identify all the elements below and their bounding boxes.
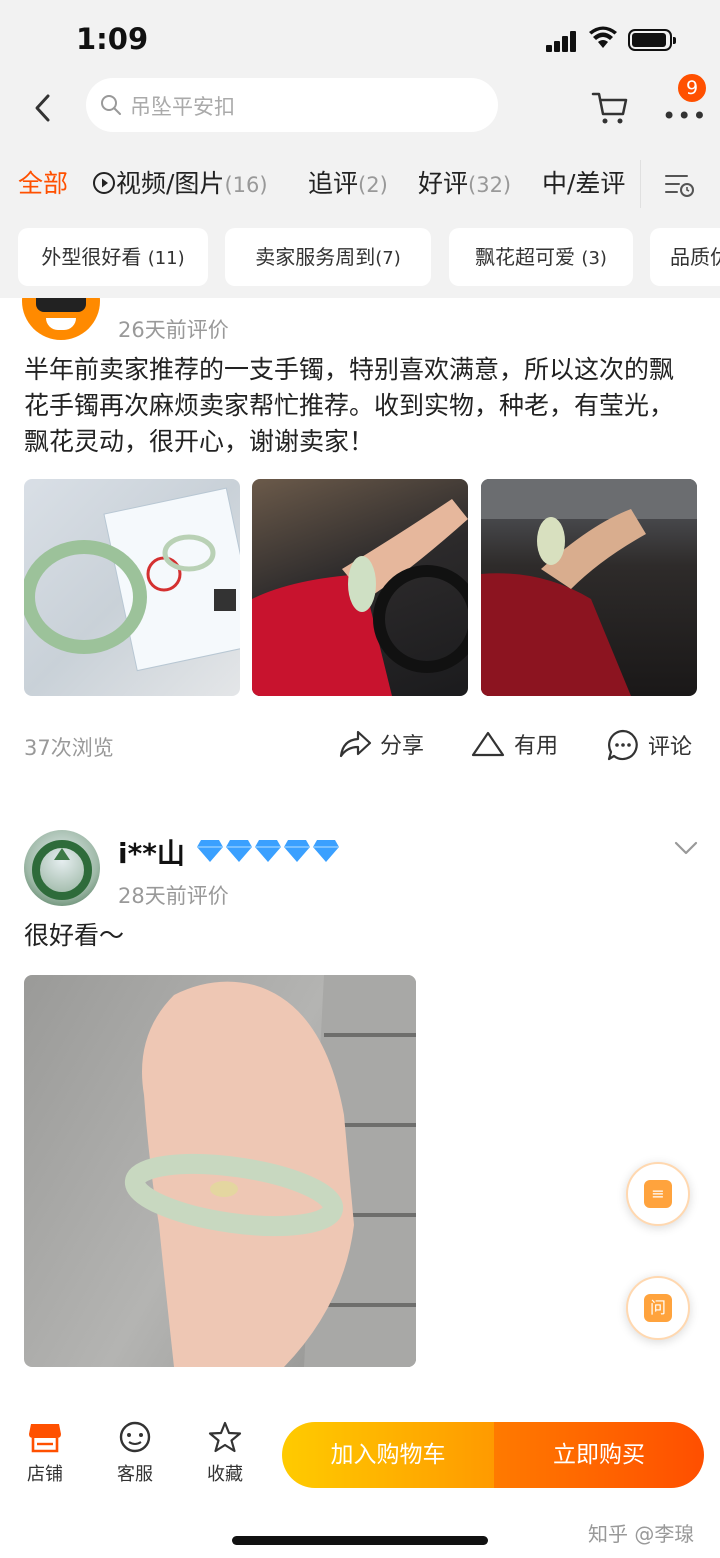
reviewer-avatar[interactable] [22, 298, 100, 340]
wrist-dashboard-image [481, 479, 697, 696]
list-icon: ≡ [644, 1180, 672, 1208]
cart-icon [591, 92, 628, 124]
tag-chips: 外型很好看 (11) 卖家服务周到(7) 飘花超可爱 (3) 品质优 [0, 228, 720, 288]
favorite-label: 收藏 [207, 1464, 243, 1485]
reviewer-level-badge [196, 838, 340, 864]
diamond-icon [313, 840, 339, 862]
service-label: 客服 [117, 1464, 153, 1485]
comment-label: 评论 [648, 735, 693, 760]
review-photo[interactable] [24, 479, 240, 696]
bottom-action-bar: 店铺 客服 收藏 加入购物车 立即购买 知乎 @李瑔 [0, 1408, 720, 1558]
buy-now-button[interactable]: 立即购买 [494, 1422, 704, 1488]
top-header: 1:09 吊坠平安扣 ••• 9 全部 视频/图片(16) 追评(2) 好评(3… [0, 0, 720, 298]
filter-button[interactable] [640, 160, 720, 208]
tab-count: (16) [224, 173, 268, 197]
chip-good-service[interactable]: 卖家服务周到(7) [225, 228, 431, 286]
tab-follow-up[interactable]: 追评(2) [308, 164, 388, 200]
cart-button[interactable] [590, 88, 630, 132]
chip-label: 外型很好看 [41, 245, 142, 269]
shop-icon [29, 1424, 61, 1453]
comment-button[interactable]: 评论 [606, 728, 692, 762]
chip-count: (7) [375, 248, 401, 269]
useful-button[interactable]: 有用 [470, 728, 558, 760]
review-menu-button[interactable] [672, 838, 700, 862]
service-face-icon [119, 1421, 151, 1453]
tab-video-photo[interactable]: 视频/图片(16) [92, 164, 268, 200]
chip-cute-floating[interactable]: 飘花超可爱 (3) [449, 228, 633, 286]
wifi-icon [589, 26, 617, 48]
view-count: 37次浏览 [24, 736, 114, 760]
search-placeholder: 吊坠平安扣 [130, 95, 235, 119]
review-date: 28天前评价 [118, 884, 229, 908]
review-text: 半年前卖家推荐的一支手镯，特别喜欢满意，所以这次的飘花手镯再次麻烦卖家帮忙推荐。… [24, 355, 675, 456]
diamond-icon [255, 840, 281, 862]
hand-bangle-image [124, 975, 416, 1367]
more-icon: ••• [662, 102, 708, 130]
tab-all[interactable]: 全部 [18, 164, 68, 200]
battery-icon [628, 29, 676, 51]
chip-count: (3) [581, 248, 607, 269]
chip-looks-good[interactable]: 外型很好看 (11) [18, 228, 208, 286]
review-text: 很好看～ [24, 921, 125, 950]
favorite-button[interactable]: 收藏 [190, 1420, 260, 1486]
review-filter-tabs: 全部 视频/图片(16) 追评(2) 好评(32) 中/差评 [0, 160, 720, 208]
useful-label: 有用 [514, 734, 559, 759]
chevron-left-icon [35, 94, 50, 122]
review-photo[interactable] [481, 479, 697, 696]
shop-label: 店铺 [27, 1464, 63, 1485]
chevron-down-icon [674, 841, 698, 855]
status-bar: 1:09 [0, 0, 720, 80]
play-circle-icon [93, 172, 115, 194]
chip-count: (11) [147, 248, 185, 269]
status-time: 1:09 [76, 22, 149, 56]
cellular-signal-icon [546, 30, 578, 52]
review-photo[interactable] [24, 975, 416, 1367]
shop-button[interactable]: 店铺 [10, 1420, 80, 1486]
comment-icon [607, 729, 638, 761]
tab-label: 好评 [418, 169, 469, 198]
share-label: 分享 [380, 734, 425, 759]
diamond-icon [226, 840, 252, 862]
customer-service-button[interactable]: 客服 [100, 1420, 170, 1486]
chip-label: 卖家服务周到 [255, 245, 376, 269]
review-date: 26天前评价 [118, 318, 229, 342]
thumbs-up-triangle-icon [471, 731, 505, 757]
star-icon [208, 1421, 242, 1453]
tab-neutral-negative[interactable]: 中/差评 [542, 164, 625, 200]
reviewer-avatar[interactable] [24, 830, 100, 906]
chip-label: 飘花超可爱 [475, 245, 576, 269]
reviewer-username: i**山 [118, 837, 185, 870]
tab-label: 追评 [308, 169, 359, 198]
back-button[interactable] [28, 88, 60, 128]
tab-label: 视频/图片 [116, 169, 225, 198]
share-icon [339, 730, 372, 758]
home-indicator[interactable] [232, 1536, 488, 1545]
avatar-image [32, 840, 92, 900]
review-photo[interactable] [252, 479, 468, 696]
tab-label: 中/差评 [542, 169, 626, 198]
wrist-steering-image [252, 499, 468, 696]
notification-badge: 9 [676, 72, 708, 104]
float-list-button[interactable]: ≡ [626, 1162, 690, 1226]
add-to-cart-button[interactable]: 加入购物车 [282, 1422, 494, 1488]
search-icon [101, 95, 121, 115]
bangle-certificate-image [24, 487, 240, 672]
share-button[interactable]: 分享 [338, 728, 424, 760]
tab-count: (32) [468, 173, 512, 197]
chip-quality[interactable]: 品质优 [650, 228, 720, 286]
tab-positive[interactable]: 好评(32) [418, 164, 511, 200]
diamond-icon [284, 840, 310, 862]
diamond-icon [197, 840, 223, 862]
watermark: 知乎 @李瑔 [588, 1522, 695, 1546]
chip-label: 品质优 [670, 245, 720, 269]
float-ask-button[interactable]: 问 [626, 1276, 690, 1340]
tab-count: (2) [358, 173, 388, 197]
filter-icon [665, 175, 694, 197]
tab-label: 全部 [18, 169, 69, 198]
ask-icon: 问 [644, 1294, 672, 1322]
search-input[interactable]: 吊坠平安扣 [86, 78, 498, 132]
